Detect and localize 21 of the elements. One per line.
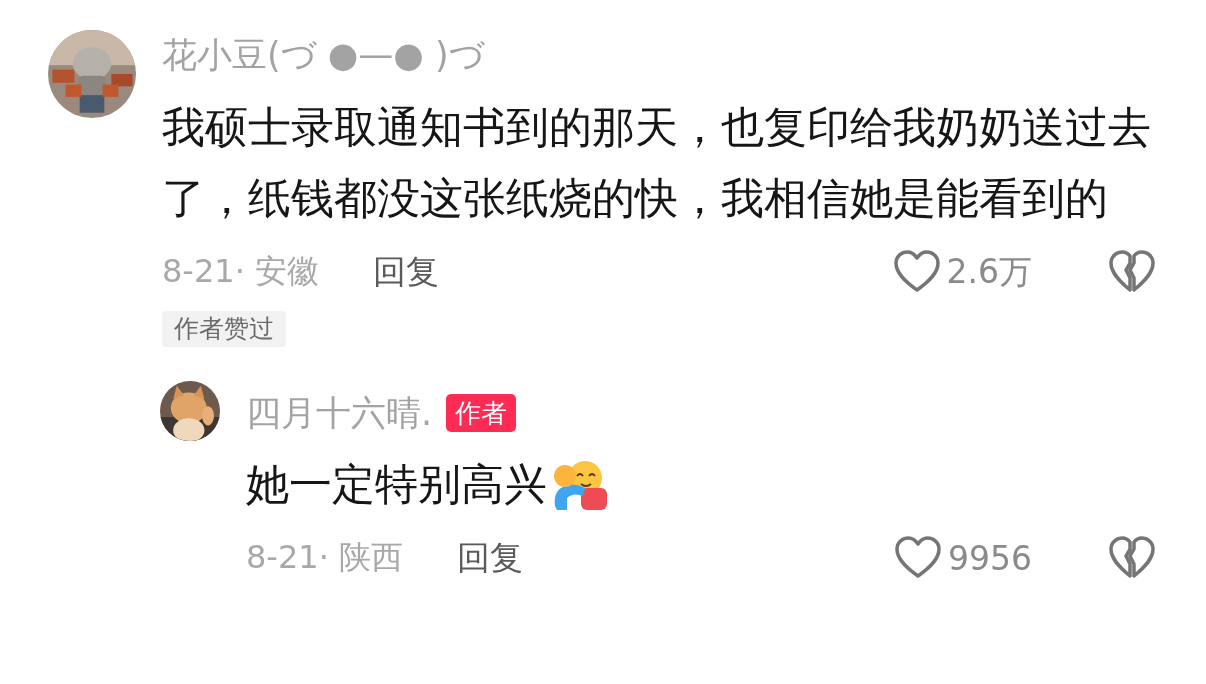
like-count: 9956 [948,538,1032,578]
broken-heart-icon [1108,536,1156,580]
heart-icon [892,250,941,294]
comment-date-location: 8-21· 安徽 [162,251,319,292]
broken-heart-icon [1108,250,1156,294]
comment-text: 我硕士录取通知书到的那天，也复印给我奶奶送过去了，纸钱都没这张纸烧的快，我相信她是能看到的 [162,101,1152,225]
reply-text: 她一定特别高兴 [246,458,547,511]
username: 花小豆(づ ●—● )づ [162,33,485,77]
heart-icon [894,536,942,580]
reply-link[interactable]: 回复 [372,249,439,295]
like-button[interactable] [892,250,941,294]
author-badge: 作者 [446,394,517,432]
hugging-emoji-icon [551,459,609,510]
reply-link[interactable]: 回复 [456,535,523,581]
liked-by-author-tag: 作者赞过 [162,311,286,347]
like-count: 2.6万 [946,250,1032,293]
dislike-button[interactable] [1108,250,1156,294]
comment-date-location: 8-21· 陕西 [246,537,403,578]
dislike-button[interactable] [1108,536,1156,580]
like-button[interactable] [894,536,942,580]
username: 四月十六晴. [246,391,433,435]
